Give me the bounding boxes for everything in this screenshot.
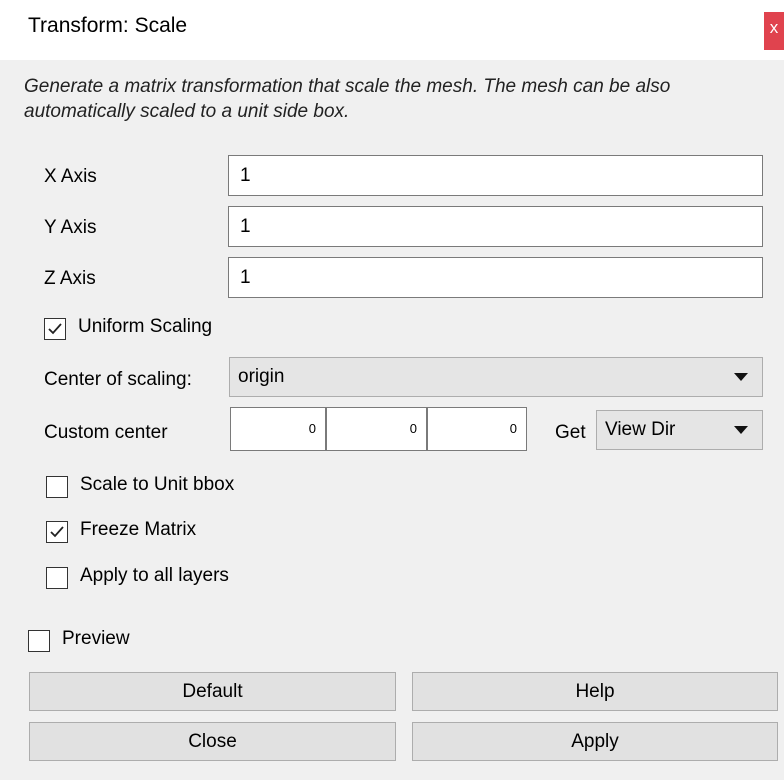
checkbox-box[interactable] [46, 521, 68, 543]
close-button[interactable]: Close [29, 722, 396, 761]
close-icon[interactable]: x [764, 12, 784, 50]
custom-center-z-input[interactable]: 0 [427, 407, 527, 451]
uniform-scaling-label: Uniform Scaling [78, 316, 213, 337]
help-button[interactable]: Help [412, 672, 778, 711]
chevron-down-icon [734, 373, 748, 381]
checkbox-box[interactable] [46, 476, 68, 498]
checkmark-icon [50, 526, 64, 538]
checkmark-icon [48, 323, 62, 335]
y-axis-label: Y Axis [44, 217, 97, 238]
checkbox-box[interactable] [28, 630, 50, 652]
get-direction-value: View Dir [605, 419, 676, 440]
apply-button[interactable]: Apply [412, 722, 778, 761]
scale-to-unit-bbox-label: Scale to Unit bbox [80, 474, 235, 495]
custom-center-y-input[interactable]: 0 [326, 407, 427, 451]
center-of-scaling-select[interactable]: origin [229, 357, 763, 397]
get-direction-select[interactable]: View Dir [596, 410, 763, 450]
get-label: Get [555, 422, 586, 443]
preview-label: Preview [62, 628, 130, 649]
custom-center-label: Custom center [44, 422, 168, 443]
chevron-down-icon [734, 426, 748, 434]
close-glyph: x [769, 18, 779, 37]
default-button[interactable]: Default [29, 672, 396, 711]
z-axis-label: Z Axis [44, 268, 96, 289]
apply-to-all-layers-label: Apply to all layers [80, 565, 229, 586]
center-of-scaling-label: Center of scaling: [44, 369, 192, 390]
x-axis-input[interactable]: 1 [228, 155, 763, 196]
z-axis-input[interactable]: 1 [228, 257, 763, 298]
y-axis-input[interactable]: 1 [228, 206, 763, 247]
title-bar: Transform: Scale x [0, 0, 784, 60]
description-text: Generate a matrix transformation that sc… [24, 76, 671, 122]
checkbox-box[interactable] [44, 318, 66, 340]
custom-center-x-input[interactable]: 0 [230, 407, 326, 451]
checkbox-box[interactable] [46, 567, 68, 589]
freeze-matrix-label: Freeze Matrix [80, 519, 197, 540]
x-axis-label: X Axis [44, 166, 97, 187]
window-title: Transform: Scale [28, 14, 188, 37]
center-of-scaling-value: origin [238, 366, 285, 387]
